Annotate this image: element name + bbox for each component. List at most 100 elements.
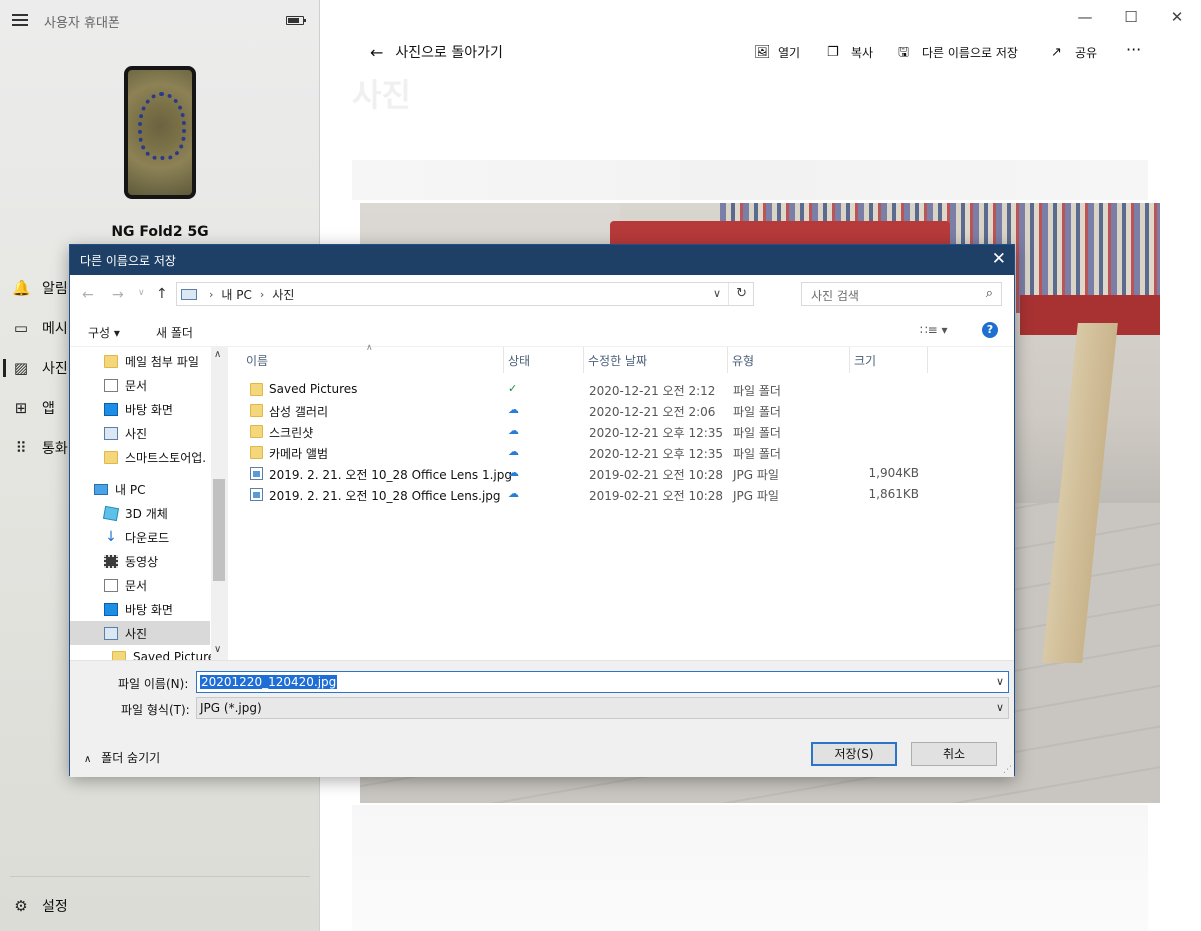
column-header-size[interactable]: 크기 bbox=[850, 347, 928, 373]
back-label: 사진으로 돌아가기 bbox=[395, 45, 503, 61]
vid-icon bbox=[104, 554, 118, 568]
tree-item[interactable]: 내 PC bbox=[70, 477, 210, 501]
copy-button[interactable]: ❐ 복사 bbox=[827, 44, 873, 61]
nav-label: 알림 bbox=[42, 281, 68, 297]
tree-item[interactable]: 사진 bbox=[70, 621, 210, 645]
cancel-button[interactable]: 취소 bbox=[911, 742, 997, 766]
filetype-select[interactable]: JPG (*.jpg) ∨ bbox=[196, 697, 1009, 719]
file-row[interactable]: Saved Pictures ✓ 2020-12-21 오전 2:12 파일 폴더 bbox=[246, 379, 1006, 400]
file-row[interactable]: 2019. 2. 21. 오전 10_28 Office Lens 1.jpg ☁… bbox=[246, 463, 1006, 484]
faded-thumbnail-strip bbox=[352, 160, 1148, 200]
chevron-right-icon: › bbox=[209, 287, 214, 301]
file-modified: 2019-02-21 오전 10:28 bbox=[589, 468, 724, 482]
file-modified: 2019-02-21 오전 10:28 bbox=[589, 489, 724, 503]
file-size: 1,904KB bbox=[868, 466, 919, 480]
filename-value: 20201220_120420.jpg bbox=[200, 675, 338, 689]
scrollbar-thumb[interactable] bbox=[213, 479, 225, 581]
resize-grip-icon[interactable]: ⋰ bbox=[1003, 765, 1012, 775]
filetype-label: 파일 형식(T): bbox=[121, 703, 190, 717]
up-folder-icon[interactable]: ↑ bbox=[156, 286, 168, 302]
tree-item[interactable]: 문서 bbox=[70, 373, 210, 397]
view-options-icon[interactable]: ∷≡ ▾ bbox=[920, 323, 948, 337]
tree-item-label: 내 PC bbox=[115, 482, 146, 497]
save-button[interactable]: 저장(S) bbox=[811, 742, 897, 766]
tree-item[interactable]: 동영상 bbox=[70, 549, 210, 573]
chevron-down-icon[interactable]: ∨ bbox=[996, 701, 1004, 714]
folder-icon bbox=[250, 446, 263, 459]
forward-nav-icon[interactable]: → bbox=[112, 287, 124, 303]
file-row[interactable]: 삼성 갤러리 ☁ 2020-12-21 오전 2:06 파일 폴더 bbox=[246, 400, 1006, 421]
tree-scrollbar[interactable]: ∧ ∨ bbox=[211, 347, 227, 660]
tree-item[interactable]: 바탕 화면 bbox=[70, 397, 210, 421]
image-file-icon bbox=[250, 488, 263, 501]
file-row[interactable]: 2019. 2. 21. 오전 10_28 Office Lens.jpg ☁ 20… bbox=[246, 484, 1006, 505]
filename-input[interactable]: 20201220_120420.jpg ∨ bbox=[196, 671, 1009, 693]
file-modified: 2020-12-21 오전 2:06 bbox=[589, 405, 716, 419]
minimize-button[interactable]: — bbox=[1076, 8, 1094, 26]
hamburger-menu-icon[interactable] bbox=[12, 14, 28, 26]
file-row[interactable]: 카메라 앨범 ☁ 2020-12-21 오후 12:35 파일 폴더 bbox=[246, 442, 1006, 463]
tree-item[interactable]: 메일 첨부 파일 bbox=[70, 349, 210, 373]
faded-thumbnail-grid bbox=[352, 805, 1148, 931]
search-placeholder: 사진 검색 bbox=[811, 289, 859, 303]
tree-item[interactable]: 스마트스토어업. bbox=[70, 445, 210, 469]
tree-item[interactable]: Saved Pictures bbox=[70, 645, 221, 660]
scroll-down-icon[interactable]: ∨ bbox=[214, 644, 221, 655]
phone-title: 사용자 휴대폰 bbox=[44, 16, 120, 31]
file-type: JPG 파일 bbox=[733, 468, 779, 482]
chevron-down-icon[interactable]: ∨ bbox=[996, 675, 1004, 688]
tree-item[interactable]: 바탕 화면 bbox=[70, 597, 210, 621]
column-header-status[interactable]: 상태 bbox=[504, 347, 584, 373]
new-folder-button[interactable]: 새 폴더 bbox=[156, 324, 193, 341]
more-options-button[interactable]: ··· bbox=[1126, 40, 1141, 59]
address-bar[interactable]: › 내 PC › 사진 ∨ ↻ bbox=[176, 282, 754, 306]
search-icon: ⌕ bbox=[985, 286, 993, 301]
breadcrumb-segment[interactable]: 내 PC bbox=[221, 286, 251, 303]
dialog-close-button[interactable]: ✕ bbox=[992, 249, 1006, 269]
column-name-label: 이름 bbox=[246, 354, 269, 368]
close-window-button[interactable]: ✕ bbox=[1168, 8, 1186, 26]
file-row[interactable]: 스크린샷 ☁ 2020-12-21 오후 12:35 파일 폴더 bbox=[246, 421, 1006, 442]
breadcrumb-segment[interactable]: 사진 bbox=[272, 286, 294, 303]
back-nav-icon[interactable]: ← bbox=[82, 287, 94, 303]
nav-label: 통화 bbox=[42, 441, 68, 457]
refresh-icon[interactable]: ↻ bbox=[736, 286, 747, 301]
file-type: 파일 폴더 bbox=[733, 426, 781, 440]
tree-item-label: 동영상 bbox=[125, 554, 159, 569]
maximize-button[interactable]: ☐ bbox=[1122, 8, 1140, 26]
hide-folders-button[interactable]: ∧ 폴더 숨기기 bbox=[84, 749, 160, 766]
tree-item-label: 스마트스토어업. bbox=[125, 450, 207, 465]
organize-button[interactable]: 구성 ▾ bbox=[88, 324, 120, 341]
pics-icon bbox=[104, 626, 118, 640]
back-arrow-icon: ← bbox=[370, 42, 384, 62]
faded-page-title: 사진 bbox=[352, 76, 411, 114]
share-button[interactable]: ↗ 공유 bbox=[1051, 44, 1097, 61]
file-name: 스크린샷 bbox=[269, 426, 314, 440]
chevron-down-icon[interactable]: ∨ bbox=[713, 287, 721, 300]
dialpad-icon: ⠿ bbox=[15, 439, 27, 457]
tree-item[interactable]: 사진 bbox=[70, 421, 210, 445]
copy-icon: ❐ bbox=[827, 44, 839, 60]
open-button[interactable]: 🖼 열기 bbox=[754, 44, 800, 61]
image-open-icon: 🖼 bbox=[754, 44, 771, 60]
tree-item[interactable]: 문서 bbox=[70, 573, 210, 597]
file-name: 카메라 앨범 bbox=[269, 447, 329, 461]
save-as-button[interactable]: 🖫 다른 이름으로 저장 bbox=[898, 44, 1018, 61]
nav-item-settings[interactable]: ⚙ 설정 bbox=[0, 886, 320, 926]
file-status-icon: ☁ bbox=[508, 445, 519, 458]
column-header-name[interactable]: 이름 ∧ bbox=[242, 343, 504, 373]
scroll-up-icon[interactable]: ∧ bbox=[214, 349, 221, 360]
search-input[interactable]: 사진 검색 ⌕ bbox=[801, 282, 1002, 306]
file-name: 2019. 2. 21. 오전 10_28 Office Lens 1.jpg bbox=[269, 468, 512, 482]
tree-item[interactable]: 3D 개체 bbox=[70, 501, 210, 525]
column-header-modified[interactable]: 수정한 날짜 bbox=[584, 347, 728, 373]
help-icon[interactable]: ? bbox=[982, 322, 998, 338]
column-header-type[interactable]: 유형 bbox=[728, 347, 850, 373]
file-status-icon: ✓ bbox=[508, 382, 518, 395]
tree-item[interactable]: ↓ 다운로드 bbox=[70, 525, 210, 549]
tree-item-label: 문서 bbox=[125, 378, 148, 393]
back-to-photos-button[interactable]: ← 사진으로 돌아가기 bbox=[370, 42, 503, 62]
recent-locations-icon[interactable]: ∨ bbox=[138, 288, 145, 298]
file-list: 이름 ∧ 상태 수정한 날짜 유형 크기 Saved Pictures ✓ 2020… bbox=[228, 343, 1014, 660]
settings-label: 설정 bbox=[42, 899, 68, 915]
